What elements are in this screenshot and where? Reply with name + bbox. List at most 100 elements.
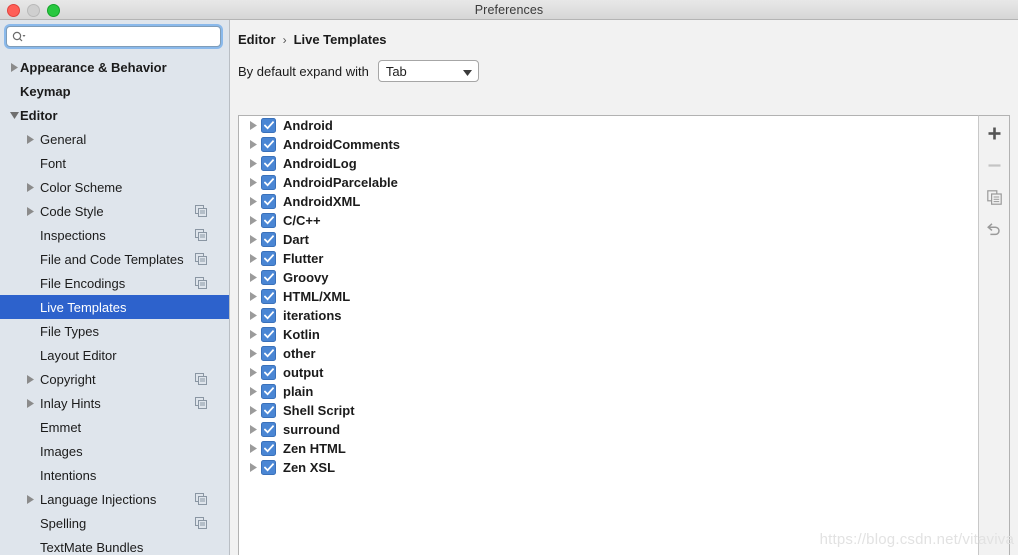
template-group-row[interactable]: Kotlin (239, 325, 978, 344)
template-group-label: HTML/XML (283, 289, 351, 304)
template-group-row[interactable]: HTML/XML (239, 287, 978, 306)
template-group-row[interactable]: iterations (239, 306, 978, 325)
template-group-row[interactable]: AndroidXML (239, 192, 978, 211)
templates-list-panel[interactable]: Android AndroidComments AndroidLog AndroidP… (238, 115, 978, 555)
template-group-row[interactable]: Dart (239, 230, 978, 249)
template-group-checkbox[interactable] (261, 308, 276, 323)
sidebar-item-spelling[interactable]: Spelling (0, 511, 229, 535)
template-group-checkbox[interactable] (261, 384, 276, 399)
search-box[interactable] (6, 26, 221, 47)
template-group-row[interactable]: Zen XSL (239, 458, 978, 477)
sidebar-item-color-scheme[interactable]: Color Scheme (0, 175, 229, 199)
template-group-row[interactable]: Flutter (239, 249, 978, 268)
chevron-right-icon[interactable] (245, 235, 261, 244)
chevron-right-icon[interactable] (245, 444, 261, 453)
template-group-row[interactable]: AndroidLog (239, 154, 978, 173)
template-group-row[interactable]: other (239, 344, 978, 363)
chevron-right-icon[interactable] (245, 406, 261, 415)
template-group-checkbox[interactable] (261, 289, 276, 304)
project-settings-copy-icon (195, 205, 207, 220)
template-group-row[interactable]: AndroidParcelable (239, 173, 978, 192)
expand-with-dropdown[interactable]: Tab (377, 60, 479, 82)
sidebar-item-inspections[interactable]: Inspections (0, 223, 229, 247)
breadcrumb-parent[interactable]: Editor (238, 32, 276, 47)
chevron-right-icon[interactable] (245, 311, 261, 320)
template-group-checkbox[interactable] (261, 118, 276, 133)
search-input[interactable] (26, 28, 220, 45)
sidebar-item-label: Inspections (40, 227, 106, 243)
template-group-checkbox[interactable] (261, 156, 276, 171)
template-group-checkbox[interactable] (261, 213, 276, 228)
template-group-checkbox[interactable] (261, 346, 276, 361)
chevron-right-icon[interactable] (245, 425, 261, 434)
template-group-checkbox[interactable] (261, 175, 276, 190)
sidebar-item-appearance-behavior[interactable]: Appearance & Behavior (0, 55, 229, 79)
chevron-right-icon[interactable] (245, 387, 261, 396)
chevron-right-icon[interactable] (245, 349, 261, 358)
chevron-right-icon[interactable] (245, 368, 261, 377)
template-group-checkbox[interactable] (261, 422, 276, 437)
chevron-right-icon[interactable] (245, 254, 261, 263)
template-group-checkbox[interactable] (261, 270, 276, 285)
template-group-row[interactable]: Android (239, 116, 978, 135)
sidebar-item-images[interactable]: Images (0, 439, 229, 463)
chevron-right-icon[interactable] (245, 197, 261, 206)
chevron-right-icon[interactable] (8, 62, 20, 72)
template-group-row[interactable]: C/C++ (239, 211, 978, 230)
template-group-checkbox[interactable] (261, 403, 276, 418)
chevron-right-icon[interactable] (245, 121, 261, 130)
template-group-row[interactable]: Zen HTML (239, 439, 978, 458)
chevron-right-icon[interactable] (245, 463, 261, 472)
sidebar-item-textmate-bundles[interactable]: TextMate Bundles (0, 535, 229, 555)
chevron-right-icon[interactable] (24, 134, 36, 144)
template-group-row[interactable]: surround (239, 420, 978, 439)
sidebar-item-inlay-hints[interactable]: Inlay Hints (0, 391, 229, 415)
minimize-button-icon[interactable] (27, 4, 40, 17)
chevron-down-icon[interactable] (8, 111, 20, 119)
sidebar-item-file-types[interactable]: File Types (0, 319, 229, 343)
chevron-right-icon[interactable] (245, 140, 261, 149)
template-group-checkbox[interactable] (261, 327, 276, 342)
template-group-checkbox[interactable] (261, 251, 276, 266)
template-group-row[interactable]: output (239, 363, 978, 382)
sidebar-item-code-style[interactable]: Code Style (0, 199, 229, 223)
template-group-row[interactable]: Groovy (239, 268, 978, 287)
sidebar-item-font[interactable]: Font (0, 151, 229, 175)
chevron-right-icon[interactable] (24, 398, 36, 408)
chevron-right-icon[interactable] (245, 330, 261, 339)
chevron-right-icon[interactable] (24, 494, 36, 504)
chevron-right-icon[interactable] (24, 206, 36, 216)
chevron-right-icon[interactable] (245, 273, 261, 282)
template-group-checkbox[interactable] (261, 460, 276, 475)
sidebar-item-editor[interactable]: Editor (0, 103, 229, 127)
template-group-checkbox[interactable] (261, 137, 276, 152)
template-group-row[interactable]: AndroidComments (239, 135, 978, 154)
chevron-right-icon[interactable] (24, 374, 36, 384)
sidebar-item-file-and-code-templates[interactable]: File and Code Templates (0, 247, 229, 271)
sidebar-item-copyright[interactable]: Copyright (0, 367, 229, 391)
template-group-checkbox[interactable] (261, 232, 276, 247)
sidebar-item-keymap[interactable]: Keymap (0, 79, 229, 103)
template-group-checkbox[interactable] (261, 194, 276, 209)
chevron-right-icon[interactable] (245, 178, 261, 187)
sidebar-item-general[interactable]: General (0, 127, 229, 151)
sidebar-item-layout-editor[interactable]: Layout Editor (0, 343, 229, 367)
sidebar-item-intentions[interactable]: Intentions (0, 463, 229, 487)
template-group-row[interactable]: plain (239, 382, 978, 401)
template-group-checkbox[interactable] (261, 441, 276, 456)
zoom-button-icon[interactable] (47, 4, 60, 17)
sidebar-item-emmet[interactable]: Emmet (0, 415, 229, 439)
sidebar-item-language-injections[interactable]: Language Injections (0, 487, 229, 511)
copy-button[interactable] (985, 188, 1003, 206)
chevron-right-icon[interactable] (245, 216, 261, 225)
chevron-right-icon[interactable] (245, 159, 261, 168)
chevron-right-icon[interactable] (245, 292, 261, 301)
add-button[interactable] (985, 124, 1003, 142)
template-group-checkbox[interactable] (261, 365, 276, 380)
close-button-icon[interactable] (7, 4, 20, 17)
sidebar-item-live-templates[interactable]: Live Templates (0, 295, 229, 319)
sidebar-item-file-encodings[interactable]: File Encodings (0, 271, 229, 295)
revert-button[interactable] (985, 220, 1003, 238)
template-group-row[interactable]: Shell Script (239, 401, 978, 420)
chevron-right-icon[interactable] (24, 182, 36, 192)
